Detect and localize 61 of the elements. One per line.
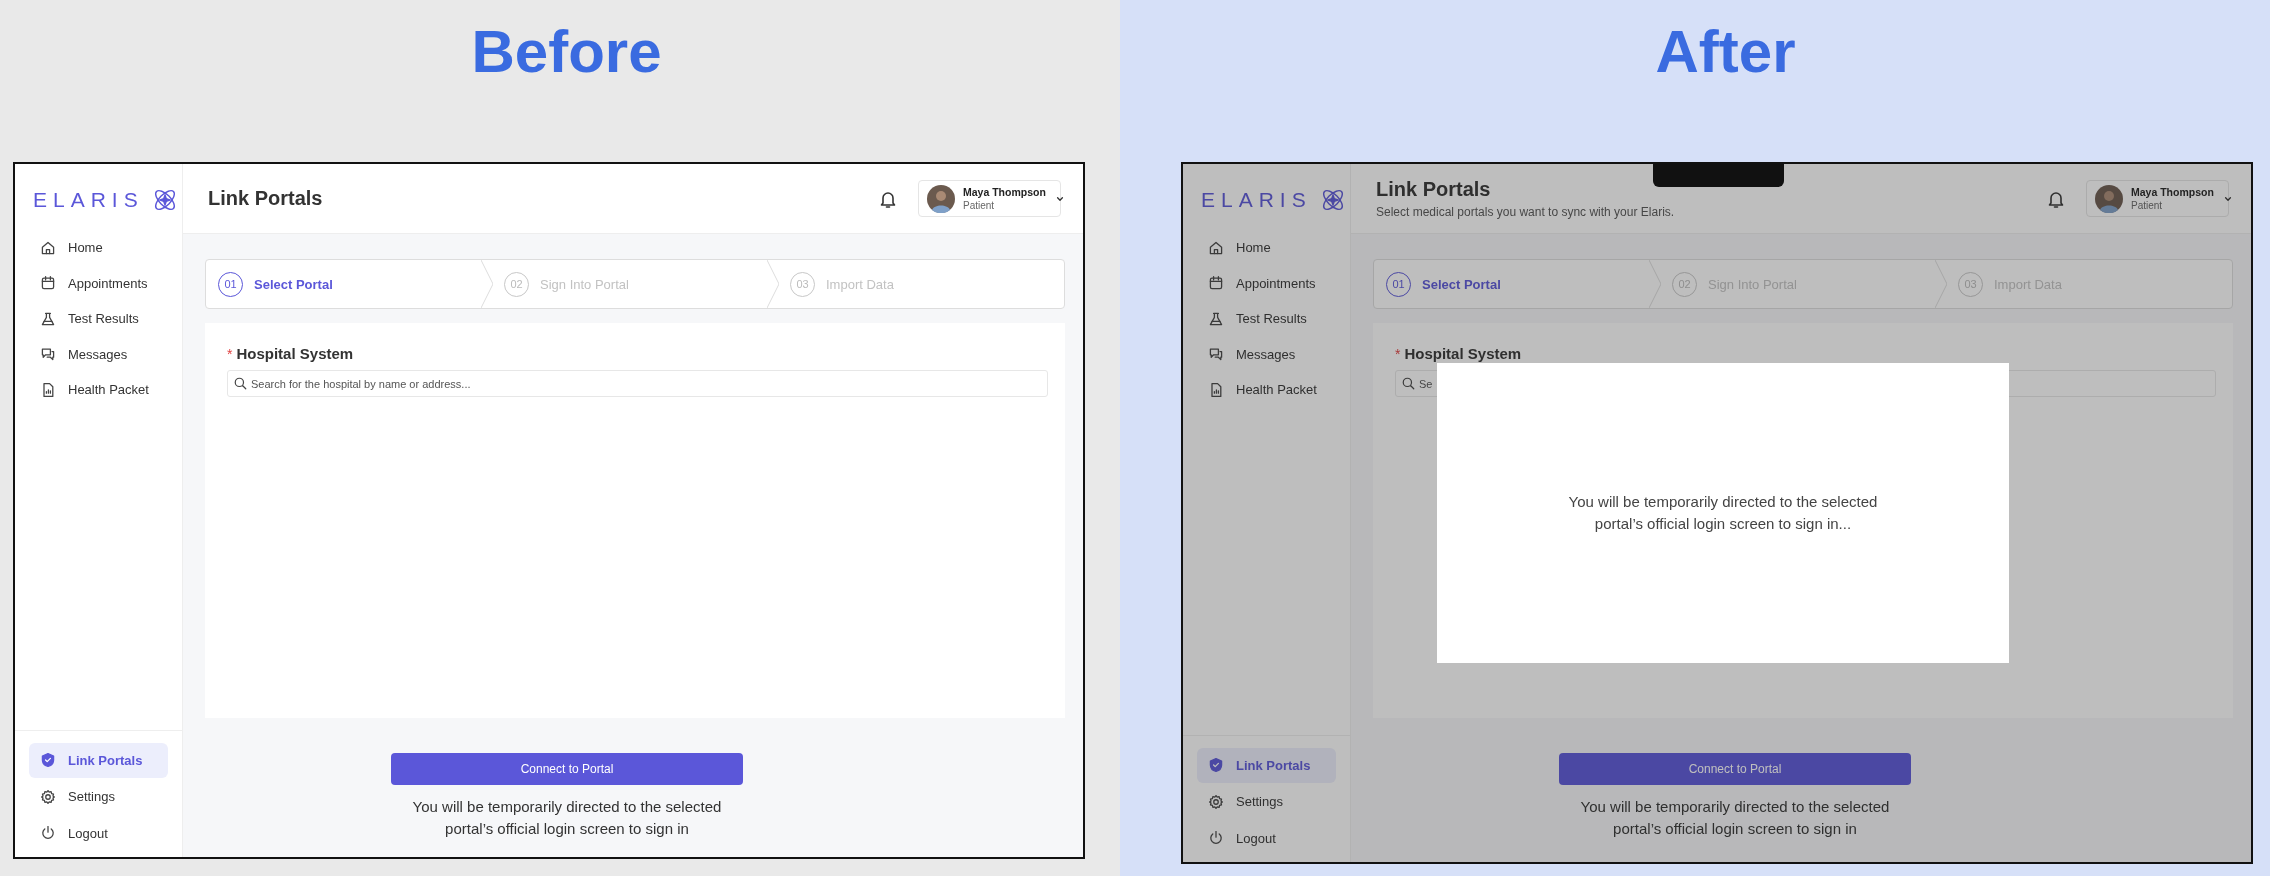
logo-text: ELARIS xyxy=(1201,188,1312,212)
home-icon xyxy=(40,239,56,256)
avatar xyxy=(2095,184,2123,213)
power-icon xyxy=(1208,830,1224,847)
shield-check-icon xyxy=(1208,757,1224,774)
user-name: Maya Thompson xyxy=(2131,186,2214,198)
flask-icon xyxy=(1208,310,1224,327)
field-label: Hospital System xyxy=(1404,345,1522,362)
nav-item[interactable]: Messages xyxy=(1197,336,1336,372)
required-mark: * xyxy=(1395,346,1401,362)
nav-item[interactable]: Messages xyxy=(29,336,168,372)
connect-button[interactable]: Connect to Portal xyxy=(391,753,743,785)
user-role: Patient xyxy=(963,200,996,211)
panel-heading: After xyxy=(1655,18,1796,85)
calendar-icon xyxy=(1208,275,1224,292)
nav-item[interactable]: Test Results xyxy=(29,301,168,337)
search-icon xyxy=(233,376,248,391)
search-field[interactable]: Search for the hospital by name or address... xyxy=(227,370,1048,397)
power-icon xyxy=(40,825,56,842)
nav-item[interactable]: Home xyxy=(1197,230,1336,266)
nav-item[interactable]: Logout xyxy=(1197,820,1336,856)
avatar xyxy=(927,184,955,213)
nav-item[interactable]: Link Portals xyxy=(29,742,168,778)
nav-item[interactable]: Settings xyxy=(1197,784,1336,820)
nav-item[interactable]: Test Results xyxy=(1197,301,1336,337)
info-text: You will be temporarily directed to the selected portal’s official login screen to sign in xyxy=(412,797,722,839)
page-title: Link Portals xyxy=(208,187,324,210)
flask-icon xyxy=(40,310,56,327)
connect-button[interactable]: Connect to Portal xyxy=(1559,753,1911,785)
page-subtitle: Select medical portals you want to sync with your Elaris. xyxy=(1376,205,1676,219)
settings-icon xyxy=(1208,793,1224,810)
modal-text: You will be temporarily directed to the selected portal’s official login screen to sign in... xyxy=(1568,492,1878,534)
document-icon xyxy=(1208,381,1224,398)
panel-heading: Before xyxy=(471,18,662,85)
logo-text: ELARIS xyxy=(33,188,144,212)
nav-item[interactable]: Appointments xyxy=(29,265,168,301)
shield-check-icon xyxy=(40,752,56,769)
nav-item[interactable]: Home xyxy=(29,230,168,266)
nav-item[interactable]: Health Packet xyxy=(29,372,168,408)
nav-item[interactable]: Settings xyxy=(29,779,168,815)
settings-icon xyxy=(40,788,56,805)
field-label: Hospital System xyxy=(236,345,354,362)
user-menu[interactable]: Maya Thompson Patient xyxy=(2086,180,2229,217)
user-name: Maya Thompson xyxy=(963,186,1046,198)
nav-item[interactable]: Logout xyxy=(29,815,168,851)
required-mark: * xyxy=(227,346,233,362)
home-icon xyxy=(1208,239,1224,256)
chat-icon xyxy=(40,346,56,363)
user-menu[interactable]: Maya Thompson Patient xyxy=(918,180,1061,217)
search-icon xyxy=(1401,376,1416,391)
document-icon xyxy=(40,381,56,398)
info-text: You will be temporarily directed to the selected portal’s official login screen to sign in xyxy=(1580,797,1890,839)
step-label[interactable]: Select Portal xyxy=(1422,276,1501,292)
chat-icon xyxy=(1208,346,1224,363)
nav-item[interactable]: Appointments xyxy=(1197,265,1336,301)
nav-item[interactable]: Health Packet xyxy=(1197,372,1336,408)
step-label[interactable]: Select Portal xyxy=(254,276,333,292)
user-role: Patient xyxy=(2131,200,2164,211)
nav-item[interactable]: Link Portals xyxy=(1197,747,1336,783)
calendar-icon xyxy=(40,275,56,292)
page-title: Link Portals xyxy=(1376,178,1492,201)
